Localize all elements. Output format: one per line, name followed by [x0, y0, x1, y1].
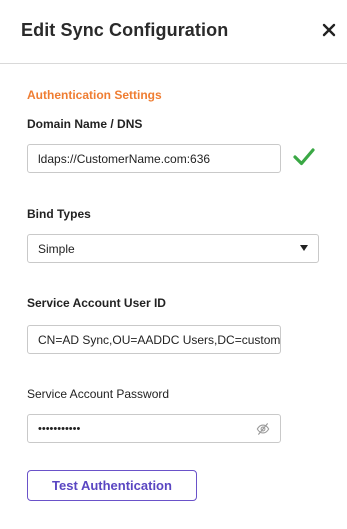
close-icon[interactable]: [321, 22, 337, 38]
checkmark-icon: [293, 148, 315, 166]
domain-label: Domain Name / DNS: [27, 117, 143, 131]
domain-input-value: ldaps://CustomerName.com:636: [38, 151, 211, 166]
dropdown-caret-icon: [300, 245, 308, 251]
panel-title: Edit Sync Configuration: [21, 20, 229, 40]
bind-types-select[interactable]: Simple: [27, 234, 319, 263]
bind-types-selected: Simple: [38, 241, 75, 256]
panel-header: Edit Sync Configuration: [0, 0, 347, 64]
section-title: Authentication Settings: [27, 88, 162, 102]
service-user-value: CN=AD Sync,OU=AADDC Users,DC=custom: [38, 332, 281, 347]
service-user-input[interactable]: CN=AD Sync,OU=AADDC Users,DC=custom: [27, 325, 281, 354]
test-authentication-button[interactable]: Test Authentication: [27, 470, 197, 501]
service-password-value: •••••••••••: [38, 422, 81, 435]
domain-input[interactable]: ldaps://CustomerName.com:636: [27, 144, 281, 173]
service-password-label: Service Account Password: [27, 387, 170, 401]
eye-slash-icon[interactable]: [256, 422, 270, 436]
service-user-label: Service Account User ID: [27, 296, 166, 310]
edit-sync-configuration-panel: Edit Sync Configuration Authentication S…: [0, 0, 347, 529]
service-password-input[interactable]: •••••••••••: [27, 414, 281, 443]
bind-types-label: Bind Types: [27, 207, 91, 221]
